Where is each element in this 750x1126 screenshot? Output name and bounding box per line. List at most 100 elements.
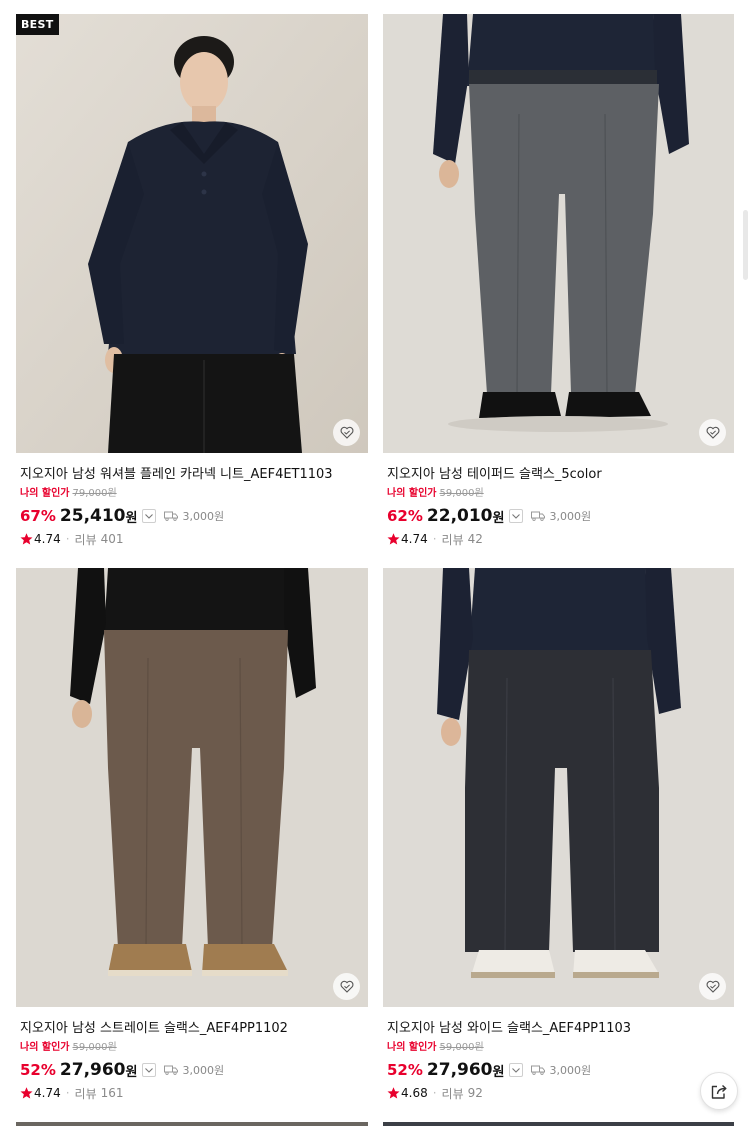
star-icon (387, 1087, 400, 1099)
review-count: 401 (100, 532, 124, 546)
rating-value: 4.68 (401, 1086, 428, 1100)
price-detail-toggle[interactable] (509, 1063, 524, 1077)
wishlist-button[interactable] (333, 419, 360, 446)
rating-value: 4.74 (34, 532, 61, 546)
discount-row: 나의 할인가 79,000원 (20, 488, 364, 500)
share-icon (711, 1084, 727, 1099)
wishlist-button[interactable] (333, 973, 360, 1000)
rating-row: 4.74 · 리뷰 42 (387, 531, 730, 547)
truck-icon (531, 511, 546, 521)
sale-price: 27,960 (59, 1060, 126, 1080)
shipping-fee-value: 3,000원 (182, 1064, 225, 1077)
star-icon (20, 533, 33, 545)
discount-percent: 62% (387, 507, 423, 525)
shipping-fee: 3,000원 (164, 508, 224, 524)
next-row-image-edge (16, 1122, 368, 1126)
discount-percent: 67% (20, 507, 56, 525)
review-label: 리뷰 (74, 532, 97, 547)
product-image[interactable] (16, 568, 368, 1007)
currency-label: 원 (125, 1064, 138, 1080)
chevron-down-icon (145, 513, 154, 519)
product-card[interactable]: 지오지아 남성 스트레이트 슬랙스_AEF4PP1102 나의 할인가 59,00… (16, 568, 368, 1122)
price-row: 62% 22,010 원 3,000원 (387, 506, 730, 526)
product-info: 지오지아 남성 워셔블 플레인 카라넥 니트_AEF4ET1103 나의 할인가… (16, 453, 368, 547)
product-name[interactable]: 지오지아 남성 테이퍼드 슬랙스_5color (387, 467, 730, 483)
currency-label: 원 (492, 1064, 505, 1080)
discount-row: 나의 할인가 59,000원 (387, 488, 730, 500)
chevron-down-icon (512, 1067, 521, 1073)
shipping-fee-value: 3,000원 (549, 510, 592, 523)
star-icon (387, 533, 400, 545)
review-label: 리뷰 (74, 1086, 97, 1101)
separator-dot: · (65, 1086, 70, 1100)
my-discount-label: 나의 할인가 (20, 1042, 70, 1053)
shipping-fee: 3,000원 (164, 1062, 224, 1078)
my-discount-label: 나의 할인가 (387, 488, 437, 499)
my-discount-label: 나의 할인가 (20, 488, 70, 499)
sale-price: 27,960 (426, 1060, 493, 1080)
rating-row: 4.68 · 리뷰 92 (387, 1085, 730, 1101)
product-photo-brown-straight-slacks (16, 568, 368, 1007)
sale-price: 22,010 (426, 506, 493, 526)
sale-price: 25,410 (59, 506, 126, 526)
product-card[interactable]: 지오지아 남성 테이퍼드 슬랙스_5color 나의 할인가 59,000원 62… (383, 14, 734, 568)
shipping-fee-value: 3,000원 (549, 1064, 592, 1077)
best-badge: BEST (16, 14, 59, 35)
wishlist-button[interactable] (699, 973, 726, 1000)
product-photo-grey-tapered-slacks (383, 14, 734, 453)
review-count: 161 (100, 1086, 124, 1100)
price-detail-toggle[interactable] (142, 509, 157, 523)
price-row: 52% 27,960 원 3,000원 (387, 1060, 730, 1080)
truck-icon (164, 511, 179, 521)
price-detail-toggle[interactable] (142, 1063, 157, 1077)
previous-row-edge (16, 0, 734, 14)
rating-row: 4.74 · 리뷰 161 (20, 1085, 364, 1101)
separator-dot: · (65, 532, 70, 546)
discount-percent: 52% (387, 1061, 423, 1079)
original-price: 59,000원 (439, 488, 484, 499)
review-count: 92 (467, 1086, 483, 1100)
scroll-indicator (743, 210, 748, 280)
review-label: 리뷰 (441, 1086, 464, 1101)
original-price: 79,000원 (72, 488, 117, 499)
shipping-fee: 3,000원 (531, 508, 591, 524)
truck-icon (164, 1065, 179, 1075)
rating-row: 4.74 · 리뷰 401 (20, 531, 364, 547)
review-count: 42 (467, 532, 483, 546)
product-card[interactable]: 지오지아 남성 와이드 슬랙스_AEF4PP1103 나의 할인가 59,000원… (383, 568, 734, 1122)
heart-icon (340, 426, 353, 439)
chevron-down-icon (145, 1067, 154, 1073)
product-name[interactable]: 지오지아 남성 워셔블 플레인 카라넥 니트_AEF4ET1103 (20, 467, 364, 483)
next-row-image-edge (383, 1122, 734, 1126)
star-icon (20, 1087, 33, 1099)
product-image[interactable] (383, 14, 734, 453)
product-name[interactable]: 지오지아 남성 와이드 슬랙스_AEF4PP1103 (387, 1021, 730, 1037)
rating-value: 4.74 (401, 532, 428, 546)
product-name[interactable]: 지오지아 남성 스트레이트 슬랙스_AEF4PP1102 (20, 1021, 364, 1037)
product-info: 지오지아 남성 테이퍼드 슬랙스_5color 나의 할인가 59,000원 62… (383, 453, 734, 547)
product-card[interactable]: BEST 지오지아 남성 워셔블 플레인 카라넥 니트_AEF4ET1103 나… (16, 14, 368, 568)
price-row: 67% 25,410 원 3,000원 (20, 506, 364, 526)
currency-label: 원 (492, 510, 505, 526)
original-price: 59,000원 (72, 1042, 117, 1053)
wishlist-button[interactable] (699, 419, 726, 446)
heart-icon (340, 980, 353, 993)
my-discount-label: 나의 할인가 (387, 1042, 437, 1053)
rating-value: 4.74 (34, 1086, 61, 1100)
product-grid: BEST 지오지아 남성 워셔블 플레인 카라넥 니트_AEF4ET1103 나… (16, 14, 734, 1122)
original-price: 59,000원 (439, 1042, 484, 1053)
product-info: 지오지아 남성 와이드 슬랙스_AEF4PP1103 나의 할인가 59,000원… (383, 1007, 734, 1101)
product-image[interactable]: BEST (16, 14, 368, 453)
product-photo-charcoal-wide-slacks (383, 568, 734, 1007)
share-button[interactable] (700, 1072, 738, 1110)
product-info: 지오지아 남성 스트레이트 슬랙스_AEF4PP1102 나의 할인가 59,00… (16, 1007, 368, 1101)
price-row: 52% 27,960 원 3,000원 (20, 1060, 364, 1080)
review-label: 리뷰 (441, 532, 464, 547)
chevron-down-icon (512, 513, 521, 519)
truck-icon (531, 1065, 546, 1075)
currency-label: 원 (125, 510, 138, 526)
shipping-fee-value: 3,000원 (182, 510, 225, 523)
price-detail-toggle[interactable] (509, 509, 524, 523)
heart-icon (706, 980, 719, 993)
product-image[interactable] (383, 568, 734, 1007)
